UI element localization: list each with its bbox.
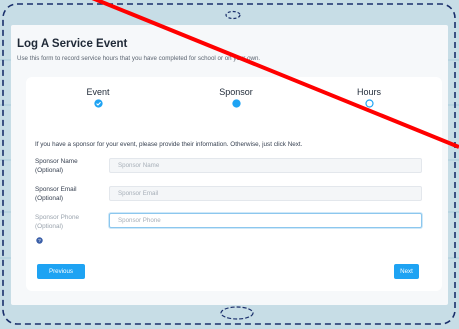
check-circle-icon xyxy=(93,99,103,108)
form-card xyxy=(26,77,442,291)
page-subtitle: Use this form to record service hours th… xyxy=(17,55,261,62)
form-intro-text: If you have a sponsor for your event, pl… xyxy=(35,141,303,148)
sponsor-phone-input[interactable] xyxy=(109,213,422,228)
empty-circle-icon xyxy=(364,99,374,108)
step-event: Event xyxy=(58,87,138,108)
filled-circle-icon xyxy=(231,99,241,108)
step-hours-label: Hours xyxy=(356,87,381,97)
sponsor-name-optional: (Optional) xyxy=(35,167,64,174)
step-sponsor: Sponsor xyxy=(196,87,276,108)
sponsor-phone-label: Sponsor Phone (Optional) xyxy=(35,213,97,231)
step-sponsor-label: Sponsor xyxy=(219,87,253,97)
sponsor-phone-label-text: Sponsor Phone xyxy=(35,214,80,221)
sponsor-phone-optional: (Optional) xyxy=(35,223,64,230)
previous-button[interactable]: Previous xyxy=(37,264,85,279)
sponsor-email-label-text: Sponsor Email xyxy=(35,186,77,193)
question-circle-icon[interactable]: ? xyxy=(36,237,43,244)
next-button[interactable]: Next xyxy=(394,264,419,279)
sponsor-email-label: Sponsor Email (Optional) xyxy=(35,185,97,203)
svg-text:?: ? xyxy=(38,238,41,244)
sponsor-email-input[interactable] xyxy=(109,186,422,201)
sponsor-name-label: Sponsor Name (Optional) xyxy=(35,157,97,175)
step-event-label: Event xyxy=(86,87,110,97)
sponsor-name-label-text: Sponsor Name xyxy=(35,158,78,165)
page-title: Log A Service Event xyxy=(17,38,128,50)
sponsor-name-input[interactable] xyxy=(109,158,422,173)
step-hours: Hours xyxy=(329,87,409,108)
sponsor-email-optional: (Optional) xyxy=(35,195,64,202)
